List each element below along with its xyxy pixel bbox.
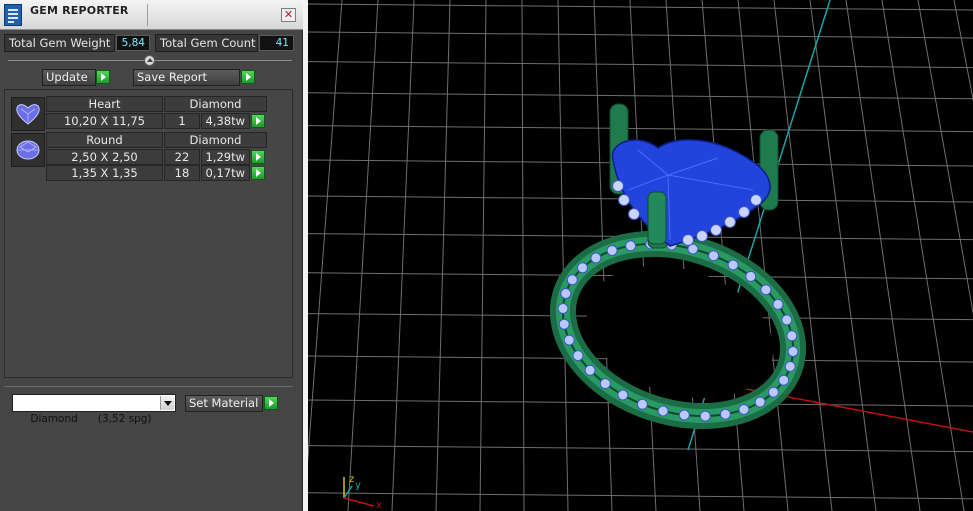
total-gem-count-value: 41 bbox=[259, 35, 294, 51]
set-material-button[interactable]: Set Material bbox=[185, 395, 263, 412]
gem-weight-cell: 1,29tw bbox=[201, 149, 250, 165]
gem-shape-label: Heart bbox=[46, 96, 163, 112]
gem-count-cell: 1 bbox=[164, 113, 200, 129]
update-button[interactable]: Update bbox=[42, 69, 96, 86]
material-dropdown-value: Diamond (3,52 spg) bbox=[30, 413, 152, 425]
gem-shape-label: Round bbox=[46, 132, 163, 148]
gem-material-label: Diamond bbox=[164, 96, 267, 112]
collapse-toggle-icon[interactable] bbox=[144, 55, 155, 66]
gem-weight-cell: 0,17tw bbox=[201, 165, 250, 181]
total-gem-count-label: Total Gem Count bbox=[155, 34, 258, 52]
gem-count-cell: 18 bbox=[164, 165, 200, 181]
gem-weight-cell: 4,38tw bbox=[201, 113, 250, 129]
bottom-divider bbox=[4, 386, 293, 387]
3d-viewport[interactable]: z y x bbox=[308, 0, 973, 511]
gem-select-button[interactable] bbox=[251, 166, 265, 180]
gem-size-cell: 1,35 X 1,35 bbox=[46, 165, 163, 181]
gem-reporter-panel: GEM REPORTER ✕ Total Gem Weight 5,84 Tot… bbox=[0, 0, 303, 511]
total-gem-weight-value: 5,84 bbox=[116, 35, 150, 51]
total-gem-weight-label: Total Gem Weight bbox=[4, 34, 115, 52]
gem-size-cell: 2,50 X 2,50 bbox=[46, 149, 163, 165]
chevron-down-icon[interactable] bbox=[160, 396, 174, 410]
save-report-button[interactable]: Save Report bbox=[133, 69, 240, 86]
axis-gizmo: z y x bbox=[343, 474, 382, 511]
gem-reporter-app-icon bbox=[4, 4, 22, 26]
y-axis-label: y bbox=[355, 480, 361, 491]
x-axis-label: x bbox=[376, 500, 382, 511]
save-report-go-icon[interactable] bbox=[241, 70, 255, 84]
round-gem-icon bbox=[11, 133, 45, 167]
update-button-label: Update bbox=[46, 70, 88, 84]
heart-gem-icon bbox=[11, 97, 45, 131]
title-bar[interactable]: GEM REPORTER ✕ bbox=[0, 0, 303, 30]
gem-material-label: Diamond bbox=[164, 132, 267, 148]
window-title: GEM REPORTER bbox=[30, 4, 129, 17]
gem-select-button[interactable] bbox=[251, 114, 265, 128]
ring-model bbox=[549, 103, 807, 430]
gem-select-button[interactable] bbox=[251, 150, 265, 164]
set-material-button-label: Set Material bbox=[189, 396, 259, 410]
z-axis-label: z bbox=[349, 474, 354, 485]
title-divider bbox=[147, 4, 148, 26]
save-report-button-label: Save Report bbox=[137, 70, 208, 84]
gem-size-cell: 10,20 X 11,75 bbox=[46, 113, 163, 129]
material-dropdown[interactable]: Diamond (3,52 spg) bbox=[12, 394, 176, 425]
close-button[interactable]: ✕ bbox=[281, 8, 296, 22]
gem-count-cell: 22 bbox=[164, 149, 200, 165]
update-go-icon[interactable] bbox=[96, 70, 110, 84]
close-icon: ✕ bbox=[283, 8, 294, 21]
gem-list: Heart Diamond 10,20 X 11,75 1 4,38tw Rou… bbox=[4, 89, 293, 378]
set-material-go-icon[interactable] bbox=[264, 396, 278, 410]
